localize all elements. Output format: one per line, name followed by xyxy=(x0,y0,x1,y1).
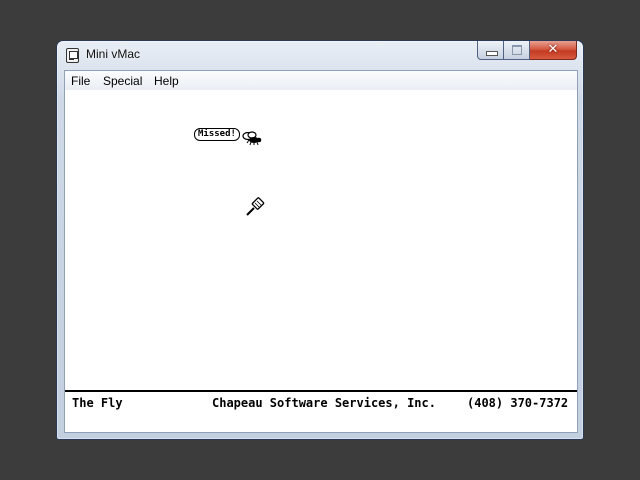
menu-file[interactable]: File xyxy=(71,74,90,88)
status-divider xyxy=(65,390,577,392)
publisher-name: Chapeau Software Services, Inc. xyxy=(212,396,436,410)
menu-help[interactable]: Help xyxy=(154,74,179,88)
menu-special[interactable]: Special xyxy=(103,74,142,88)
app-window: Mini vMac ✕ File Special Help Missed! Th… xyxy=(56,40,584,440)
game-title: The Fly xyxy=(72,396,123,410)
publisher-phone: (408) 370-7372 xyxy=(467,396,569,410)
maximize-icon xyxy=(512,45,522,55)
emulator-screen[interactable]: Missed! The Fly Chapeau Software Service… xyxy=(65,90,577,432)
close-button[interactable]: ✕ xyxy=(530,41,577,60)
title-bar[interactable]: Mini vMac ✕ xyxy=(57,41,583,69)
minimize-icon xyxy=(486,51,498,56)
close-icon: ✕ xyxy=(547,42,559,57)
status-bar: The Fly Chapeau Software Services, Inc. … xyxy=(65,390,577,432)
window-controls: ✕ xyxy=(477,41,577,61)
mac-app-icon[interactable] xyxy=(66,48,79,63)
fly-swatter-icon[interactable] xyxy=(245,197,265,217)
menu-bar: File Special Help xyxy=(65,71,577,91)
minimize-button[interactable] xyxy=(477,41,504,60)
fly-icon[interactable] xyxy=(241,131,263,145)
window-title: Mini vMac xyxy=(86,47,141,61)
window-client-area: File Special Help Missed! The Fly Chapea… xyxy=(64,70,578,433)
maximize-button xyxy=(504,41,530,60)
speech-bubble: Missed! xyxy=(194,128,240,141)
